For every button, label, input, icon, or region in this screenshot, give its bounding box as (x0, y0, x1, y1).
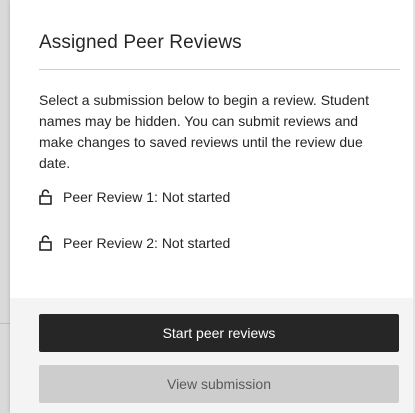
start-peer-reviews-button[interactable]: Start peer reviews (39, 314, 399, 352)
title-divider (39, 69, 400, 70)
peer-review-item-1[interactable]: Peer Review 1: Not started (39, 186, 230, 208)
peer-review-panel: Assigned Peer Reviews Select a submissio… (10, 0, 413, 413)
backdrop-divider (0, 323, 10, 324)
panel-description: Select a submission below to begin a rev… (39, 92, 369, 171)
panel-title: Assigned Peer Reviews (39, 32, 242, 53)
peer-review-item-2[interactable]: Peer Review 2: Not started (39, 232, 230, 254)
peer-review-label: Peer Review 1: Not started (63, 189, 231, 205)
panel-footer: Start peer reviews View submission (10, 298, 413, 413)
panel-content: Assigned Peer Reviews Select a submissio… (10, 0, 413, 298)
peer-review-label: Peer Review 2: Not started (63, 235, 231, 251)
unlocked-icon (39, 189, 53, 205)
view-submission-button[interactable]: View submission (39, 365, 399, 403)
unlocked-icon (39, 235, 53, 251)
